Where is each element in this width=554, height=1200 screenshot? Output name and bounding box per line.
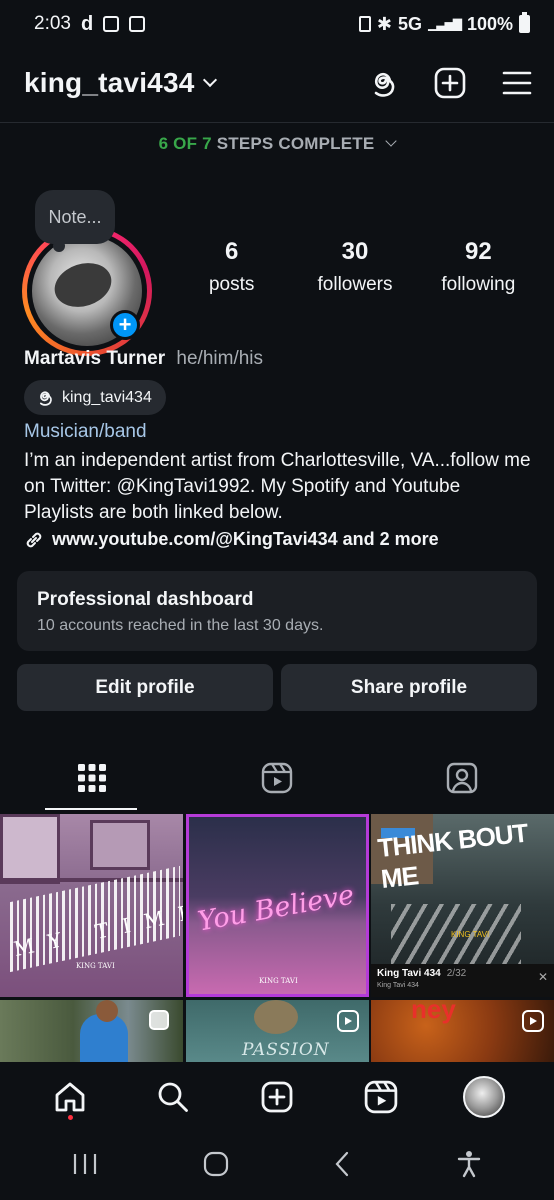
network-label: 5G xyxy=(398,13,423,34)
stat-label: following xyxy=(441,274,516,295)
stat-posts[interactable]: 6 posts xyxy=(170,238,293,296)
threads-icon xyxy=(39,391,52,406)
active-tab-indicator xyxy=(45,808,137,810)
dashboard-title: Professional dashboard xyxy=(37,589,254,610)
notification-dot xyxy=(67,1115,73,1120)
multi-post-icon xyxy=(149,1010,169,1030)
create-icon xyxy=(261,1081,293,1113)
stat-label: posts xyxy=(208,274,255,295)
notification-icon xyxy=(103,16,120,32)
profile-category[interactable]: Musician/band xyxy=(24,421,147,443)
tab-tagged[interactable] xyxy=(369,744,554,812)
tile-title: PASSION xyxy=(242,1040,330,1060)
profile-bio: I’m an independent artist from Charlotte… xyxy=(24,450,531,523)
reels-icon xyxy=(364,1080,397,1114)
profile-stats: 6 posts 30 followers 92 following xyxy=(170,238,540,296)
stat-value: 30 xyxy=(341,238,369,265)
profile-link[interactable]: www.youtube.com/@KingTavi434 and 2 more xyxy=(24,529,439,550)
post-thumbnail-6[interactable]: ney xyxy=(371,1000,554,1064)
chevron-down-icon[interactable] xyxy=(202,72,217,88)
steps-complete-banner[interactable]: 6 OF 7 STEPS COMPLETE xyxy=(0,134,554,154)
battery-saver-icon xyxy=(358,16,371,32)
reel-icon xyxy=(337,1010,359,1032)
profile-avatar[interactable]: + xyxy=(22,226,152,356)
system-navigation-bar xyxy=(0,1132,554,1200)
battery-label: 100% xyxy=(466,13,513,34)
steps-done-count: 6 OF 7 xyxy=(158,134,212,153)
reels-icon xyxy=(261,762,293,794)
new-post-icon[interactable] xyxy=(434,67,466,99)
post-thumbnail-think-bout-me[interactable]: THINK BOUT ME KING TAVI King Tavi 434 2/… xyxy=(371,814,554,997)
chevron-down-icon xyxy=(385,135,398,147)
tile-title: You Believe xyxy=(195,879,357,938)
post-thumbnail-4[interactable] xyxy=(0,1000,183,1064)
post-thumbnail-passion[interactable]: PASSION xyxy=(186,1000,369,1064)
account-switcher[interactable]: king_tavi434 xyxy=(24,67,195,99)
threads-badge[interactable]: king_tavi434 xyxy=(24,380,166,415)
profile-name-row: Martavis Turner he/him/his xyxy=(24,348,263,370)
battery-icon xyxy=(519,12,530,33)
stat-following[interactable]: 92 following xyxy=(417,238,540,296)
back-icon[interactable] xyxy=(333,1151,351,1182)
link-text: www.youtube.com/@KingTavi434 and 2 more xyxy=(52,529,439,549)
tab-reels[interactable] xyxy=(185,744,370,812)
stat-value: 6 xyxy=(224,238,239,265)
nav-create[interactable] xyxy=(252,1072,302,1122)
threads-icon[interactable] xyxy=(368,67,398,99)
profile-header: king_tavi434 xyxy=(0,48,554,118)
tile-artist: KING TAVI xyxy=(259,977,298,985)
dashboard-subtitle: 10 accounts reached in the last 30 days. xyxy=(37,617,324,634)
add-story-icon[interactable]: + xyxy=(110,310,140,340)
d-app-icon: d xyxy=(80,12,94,35)
close-icon: ✕ xyxy=(537,970,548,984)
nav-search[interactable] xyxy=(148,1072,198,1122)
grid-icon xyxy=(78,764,107,792)
tile-artist: KING TAVI xyxy=(451,930,490,939)
posts-grid: M Y T I M E KING TAVI You Believe KING T… xyxy=(0,814,554,1064)
post-thumbnail-you-believe[interactable]: You Believe KING TAVI xyxy=(186,814,369,997)
tab-posts-grid[interactable] xyxy=(0,744,185,812)
tile-channel: King Tavi 434 xyxy=(377,982,419,989)
threads-handle: king_tavi434 xyxy=(62,388,152,406)
stat-followers[interactable]: 30 followers xyxy=(293,238,416,296)
nav-reels[interactable] xyxy=(356,1072,406,1122)
status-bar: 2:03 d ✱ 5G ▁▃▅▇ 100% xyxy=(0,0,554,48)
tile-caption: King Tavi 434 xyxy=(377,968,441,979)
avatar xyxy=(463,1076,506,1118)
edit-profile-button[interactable]: Edit profile xyxy=(17,664,273,711)
tile-title: ney xyxy=(411,1000,456,1024)
accessibility-icon[interactable] xyxy=(456,1150,482,1183)
stat-value: 92 xyxy=(464,238,492,265)
search-icon xyxy=(158,1082,189,1112)
link-icon xyxy=(26,532,42,547)
bluetooth-icon: ✱ xyxy=(376,13,393,34)
home-button-icon[interactable] xyxy=(203,1151,229,1182)
tile-artist: KING TAVI xyxy=(76,962,115,970)
header-divider xyxy=(0,122,554,123)
signal-icon: ▁▃▅▇ xyxy=(428,17,462,31)
nav-profile[interactable] xyxy=(459,1072,509,1122)
recent-apps-icon[interactable] xyxy=(72,1152,98,1181)
checkbox-icon xyxy=(129,16,146,32)
nav-home[interactable] xyxy=(45,1072,95,1122)
tagged-icon xyxy=(446,762,477,794)
reel-icon xyxy=(522,1010,544,1032)
profile-tabs xyxy=(0,744,554,812)
steps-label: STEPS COMPLETE xyxy=(216,134,375,153)
display-name: Martavis Turner xyxy=(24,348,166,369)
bottom-navigation xyxy=(0,1062,554,1132)
stat-label: followers xyxy=(317,274,393,295)
menu-icon[interactable] xyxy=(502,70,532,96)
post-thumbnail-my-time[interactable]: M Y T I M E KING TAVI xyxy=(0,814,183,997)
professional-dashboard[interactable]: Professional dashboard 10 accounts reach… xyxy=(17,571,537,651)
share-profile-button[interactable]: Share profile xyxy=(281,664,537,711)
tile-time: 2/32 xyxy=(446,968,467,979)
note-bubble[interactable]: Note... xyxy=(35,190,115,252)
status-time: 2:03 xyxy=(34,13,71,34)
home-icon xyxy=(55,1082,85,1112)
pronouns: he/him/his xyxy=(176,348,264,369)
